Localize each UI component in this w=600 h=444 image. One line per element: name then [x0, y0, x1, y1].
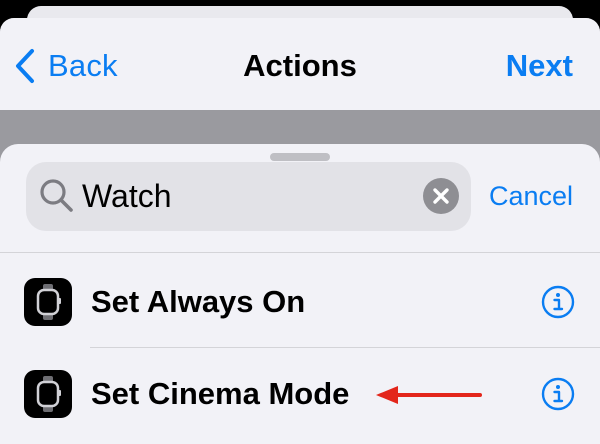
clear-search-button[interactable] [423, 178, 459, 214]
list-item-set-cinema-mode[interactable]: Set Cinema Mode [0, 348, 600, 439]
annotation-arrow-icon [376, 386, 482, 404]
divider [0, 252, 600, 253]
actions-search-sheet: Watch Cancel Set Always On Set Cinema Mo… [0, 144, 600, 444]
search-field[interactable]: Watch [26, 162, 471, 231]
shortcut-editor-card: Back Actions Next Watch Cancel Set Alway… [0, 18, 600, 444]
cancel-button[interactable]: Cancel [489, 162, 573, 231]
search-icon [40, 179, 73, 212]
navigation-bar: Back Actions Next [0, 18, 600, 110]
watch-icon [24, 278, 72, 326]
watch-icon [24, 370, 72, 418]
list-item-set-always-on[interactable]: Set Always On [0, 256, 600, 347]
list-item-label: Set Cinema Mode [91, 376, 350, 411]
sheet-grabber-handle[interactable] [270, 153, 330, 161]
list-item-label: Set Always On [91, 284, 306, 319]
search-input[interactable]: Watch [82, 162, 172, 231]
next-button[interactable]: Next [506, 46, 573, 86]
info-icon[interactable] [540, 284, 576, 320]
info-icon[interactable] [540, 376, 576, 412]
clear-x-icon [433, 188, 449, 204]
